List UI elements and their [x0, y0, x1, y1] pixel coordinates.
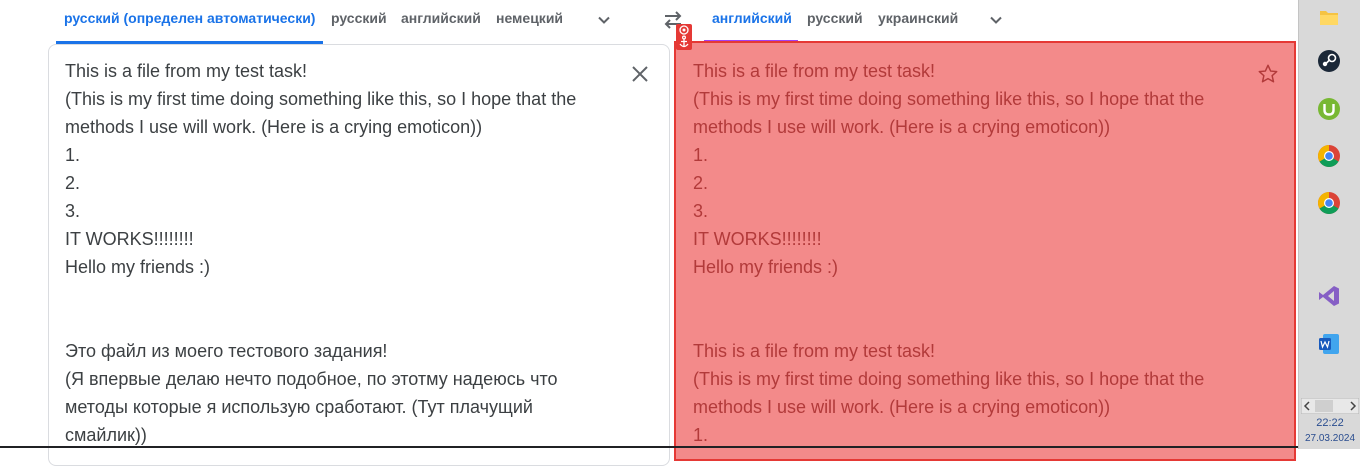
steam-icon[interactable]	[1316, 48, 1342, 74]
tray-scroll-bar[interactable]	[1301, 398, 1359, 414]
anchor-icon	[679, 25, 689, 48]
window-bottom-edge	[0, 446, 1298, 448]
tab-source-english[interactable]: английский	[401, 10, 481, 26]
tab-source-detected[interactable]: русский (определен автоматически)	[64, 10, 315, 26]
utorrent-icon[interactable]	[1316, 96, 1342, 122]
folder-icon[interactable]	[1316, 3, 1342, 29]
source-text-panel: This is a file from my test task! (This …	[48, 44, 670, 466]
tab-target-ukrainian[interactable]: украинский	[878, 10, 958, 26]
tab-target-russian[interactable]: русский	[807, 10, 863, 26]
close-icon[interactable]	[629, 63, 651, 85]
clock-time[interactable]: 22:22	[1299, 417, 1360, 429]
source-text-input[interactable]: This is a file from my test task! (This …	[65, 57, 576, 449]
chrome-icon[interactable]	[1316, 143, 1342, 169]
taskbar: 22:22 27.03.2024	[1298, 0, 1360, 449]
tab-source-russian[interactable]: русский	[331, 10, 387, 26]
star-icon[interactable]	[1257, 63, 1279, 85]
word-icon[interactable]	[1316, 331, 1342, 357]
clock-date[interactable]: 27.03.2024	[1299, 433, 1360, 444]
overlay-handle[interactable]	[676, 24, 692, 50]
visual-studio-icon[interactable]	[1316, 283, 1342, 309]
chrome-icon[interactable]	[1316, 190, 1342, 216]
chevron-down-icon[interactable]	[988, 12, 1004, 28]
translation-output-panel: This is a file from my test task! (This …	[674, 41, 1296, 461]
chevron-down-icon[interactable]	[596, 12, 612, 28]
translation-output-text: This is a file from my test task! (This …	[693, 61, 1205, 445]
tab-source-german[interactable]: немецкий	[496, 10, 563, 26]
target-language-tabs: английский русский украинский	[704, 0, 1298, 44]
source-language-tabs: русский (определен автоматически) русски…	[56, 0, 676, 44]
tab-target-english[interactable]: английский	[712, 10, 792, 26]
